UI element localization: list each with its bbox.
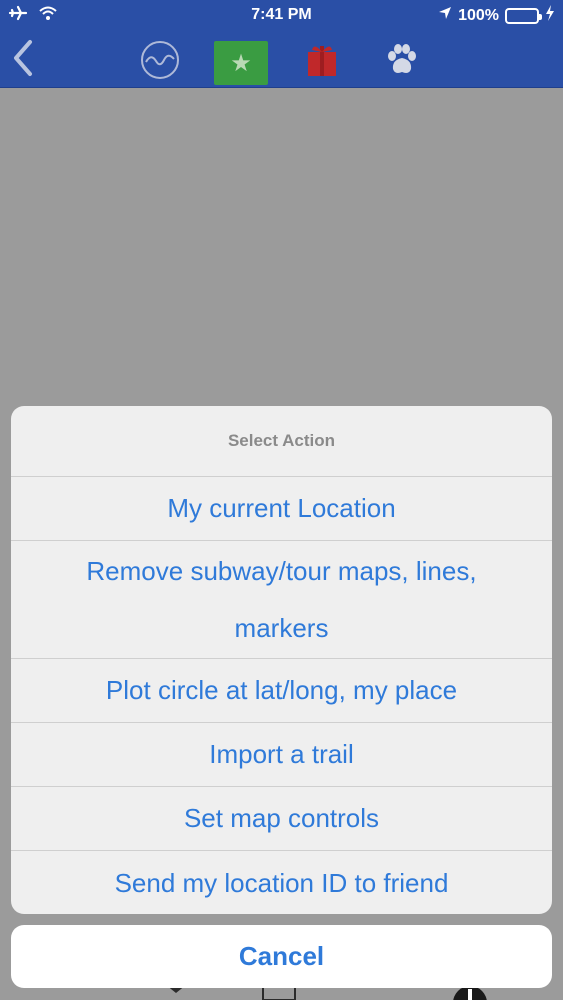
paw-icon bbox=[388, 44, 416, 73]
action-import-trail[interactable]: Import a trail bbox=[11, 723, 552, 787]
tab-gift[interactable] bbox=[303, 40, 341, 80]
gift-icon bbox=[308, 46, 336, 76]
wave-circle-icon bbox=[141, 41, 179, 79]
action-remove-subway-maps[interactable]: Remove subway/tour maps, lines, markers bbox=[11, 541, 552, 659]
action-send-location-id[interactable]: Send my location ID to friend bbox=[11, 851, 552, 914]
tab-favorites[interactable]: ★ bbox=[214, 41, 268, 85]
tab-paw[interactable] bbox=[382, 40, 422, 80]
star-icon: ★ bbox=[230, 49, 252, 77]
chevron-left-icon bbox=[14, 40, 32, 76]
status-bar: 7:41 PM 100% bbox=[0, 0, 563, 30]
location-arrow-icon bbox=[438, 6, 452, 25]
battery-icon bbox=[505, 7, 542, 24]
nav-bar: ★ bbox=[0, 30, 563, 88]
action-plot-circle[interactable]: Plot circle at lat/long, my place bbox=[11, 659, 552, 723]
action-sheet-title: Select Action bbox=[11, 406, 552, 477]
back-button[interactable] bbox=[8, 36, 38, 80]
action-my-current-location[interactable]: My current Location bbox=[11, 477, 552, 541]
charging-bolt-icon bbox=[545, 5, 555, 26]
cancel-button[interactable]: Cancel bbox=[11, 925, 552, 988]
battery-percent: 100% bbox=[458, 6, 499, 24]
tab-wave[interactable] bbox=[138, 40, 182, 80]
action-set-map-controls[interactable]: Set map controls bbox=[11, 787, 552, 851]
status-right: 100% bbox=[438, 5, 555, 26]
action-sheet: Select Action My current Location Remove… bbox=[11, 406, 552, 914]
